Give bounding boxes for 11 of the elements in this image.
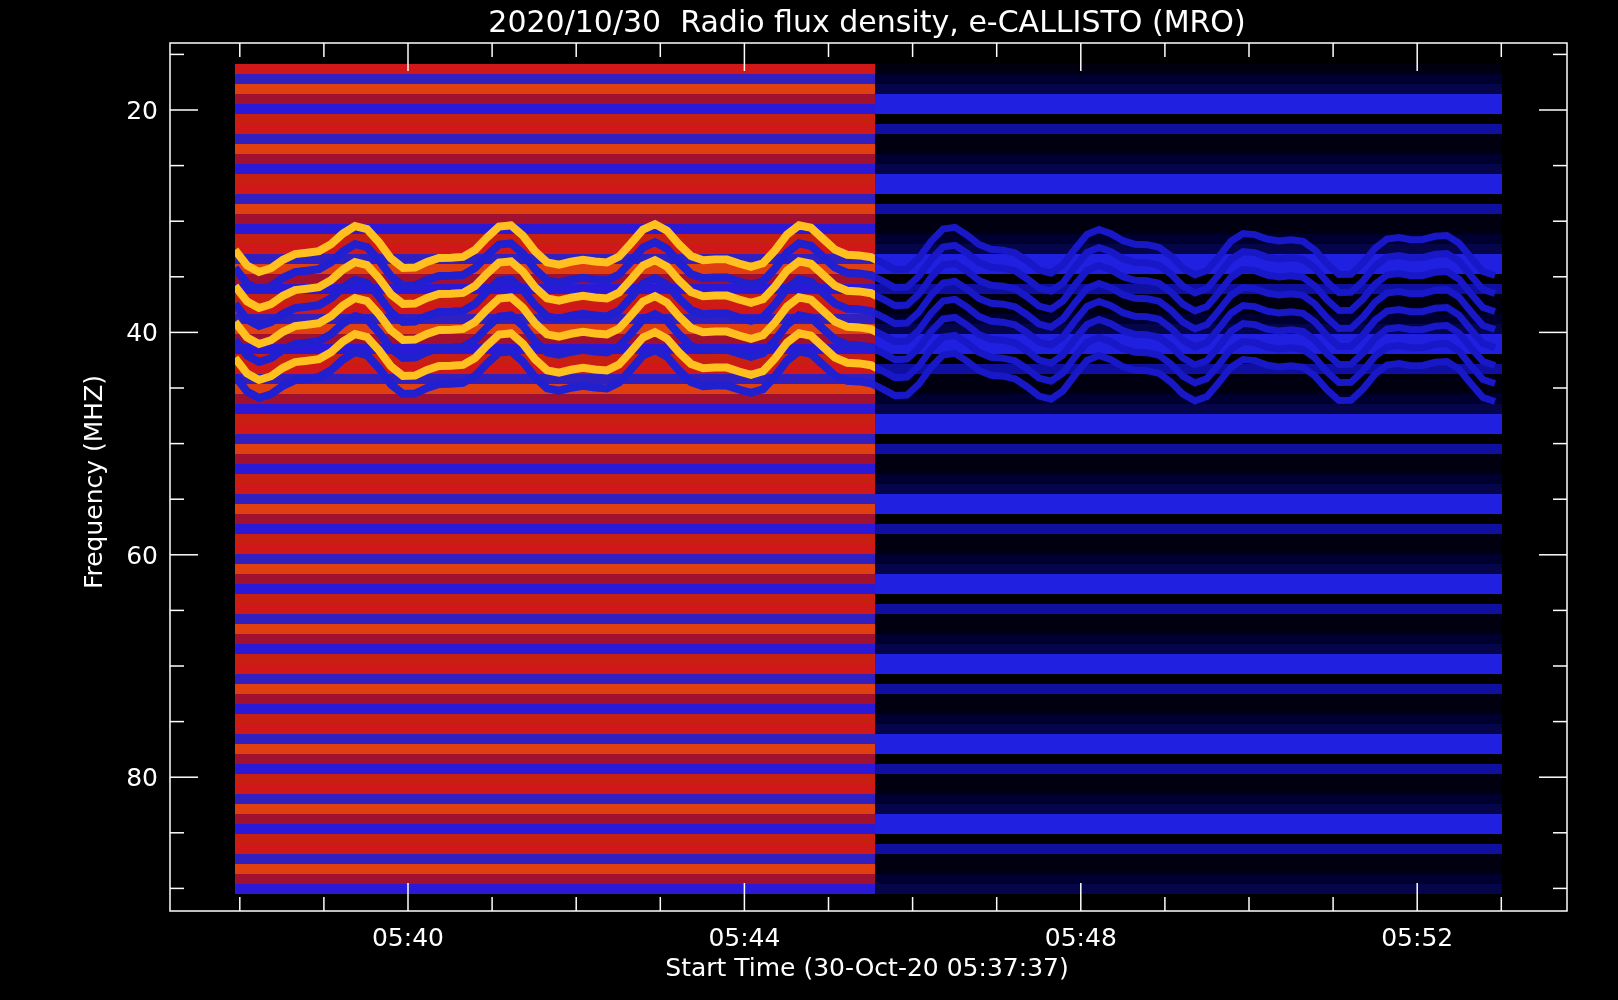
chart-title: 2020/10/30 Radio flux density, e-CALLISTO (MRO): [488, 4, 1246, 39]
tick-label: 05:44: [708, 923, 781, 952]
axis-label: Frequency (MHZ): [79, 374, 108, 590]
tick-label: 05:48: [1044, 923, 1117, 952]
tick-label: 05:40: [372, 923, 444, 952]
tick-label: 60: [126, 540, 158, 570]
tick-label: 20: [126, 96, 158, 125]
tick-label: 05:52: [1381, 923, 1454, 952]
axis-label: Start Time (30-Oct-20 05:37:37): [665, 953, 1069, 982]
tick-label: 40: [126, 318, 158, 348]
tick-label: 80: [126, 763, 158, 793]
